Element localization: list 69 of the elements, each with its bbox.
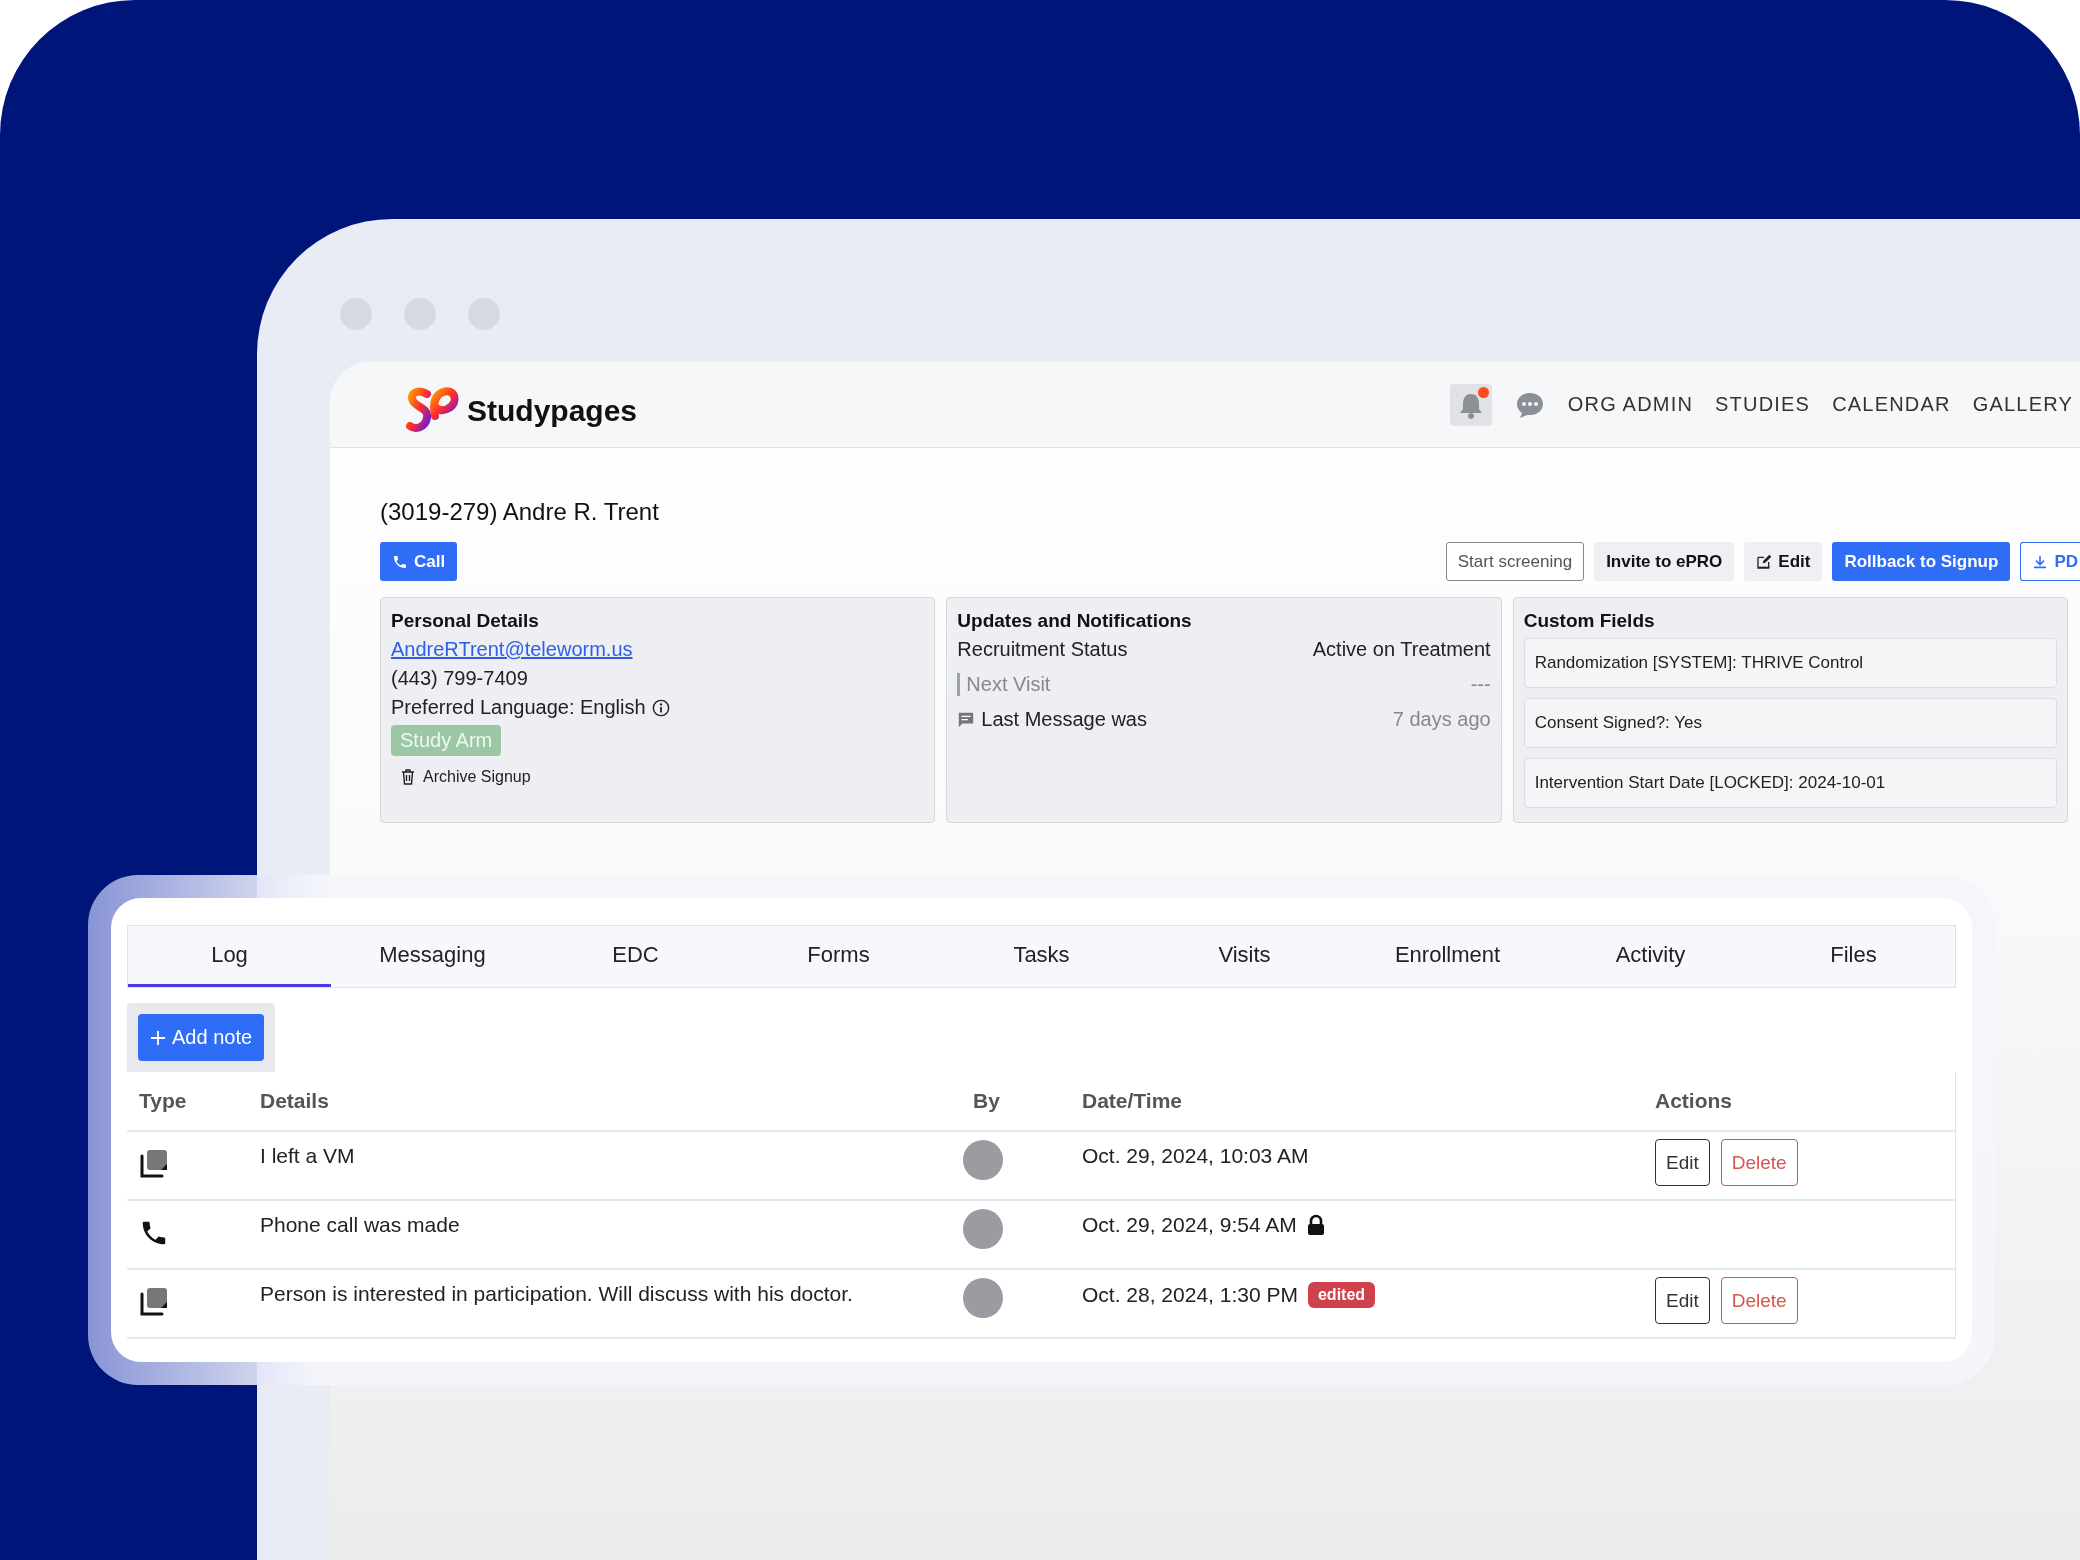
pencil-icon: [1756, 553, 1773, 570]
update-label: Recruitment Status: [957, 638, 1128, 661]
table-cell-text: Phone call was made: [259, 1212, 461, 1237]
action-button[interactable]: Invite to ePRO: [1594, 542, 1735, 581]
info-icon[interactable]: [651, 698, 670, 717]
column-header: By: [972, 1089, 1001, 1113]
update-value: ---: [1470, 673, 1491, 696]
update-value: Active on Treatment: [1312, 638, 1491, 661]
note-icon: [139, 1148, 169, 1180]
table-cell-text: I left a VM: [259, 1143, 356, 1168]
avatar: [963, 1209, 1003, 1249]
update-label: Next Visit: [966, 673, 1051, 696]
message-icon: [957, 710, 976, 729]
custom-field: Intervention Start Date [LOCKED]: 2024-10-01: [1523, 758, 2057, 808]
panel-title: Custom Fields: [1523, 610, 1655, 632]
column-header: Type: [138, 1089, 188, 1113]
tab[interactable]: Forms: [737, 926, 940, 987]
panel-title: Updates and Notifications: [957, 610, 1192, 632]
phone-icon: [392, 553, 408, 570]
column-header: Date/Time: [1081, 1089, 1183, 1113]
tab[interactable]: EDC: [534, 926, 737, 987]
row-action-button[interactable]: Delete: [1720, 1139, 1798, 1186]
column-header: Details: [259, 1089, 330, 1113]
phone-number: (443) 799-7409: [391, 667, 528, 690]
row-action-button[interactable]: Edit: [1655, 1277, 1710, 1324]
table-cell: Oct. 28, 2024, 1:30 PM: [1082, 1283, 1298, 1307]
study-arm-tag: Study Arm: [391, 725, 502, 756]
action-button[interactable]: Start screening: [1445, 542, 1585, 581]
panel-title: Personal Details: [391, 610, 539, 632]
call-button[interactable]: Call: [380, 542, 458, 581]
trash-icon: [401, 769, 415, 785]
column-header: Actions: [1654, 1089, 1733, 1113]
lock-icon: [1306, 1214, 1325, 1236]
preferred-language: Preferred Language: English: [391, 696, 646, 719]
custom-field: Randomization [SYSTEM]: THRIVE Control: [1523, 638, 2057, 688]
tab[interactable]: Enrollment: [1346, 926, 1549, 987]
table-cell-text: Person is interested in participation. Will discuss with his doctor.: [259, 1281, 854, 1306]
tab[interactable]: Activity: [1549, 926, 1752, 987]
add-note-button[interactable]: Add note: [138, 1014, 265, 1061]
tab[interactable]: Files: [1752, 926, 1955, 987]
action-button[interactable]: Rollback to Signup: [1832, 542, 2011, 581]
avatar: [963, 1140, 1003, 1180]
nav-link[interactable]: GALLERY: [1972, 393, 2073, 416]
table-cell: Oct. 29, 2024, 10:03 AM: [1082, 1144, 1309, 1168]
participant-title: (3019-279) Andre R. Trent: [380, 498, 660, 526]
table-cell: Oct. 29, 2024, 9:54 AM: [1082, 1213, 1297, 1237]
row-action-button[interactable]: Delete: [1720, 1277, 1798, 1324]
tab[interactable]: Tasks: [940, 926, 1143, 987]
custom-field: Consent Signed?: Yes: [1523, 698, 2057, 748]
action-button[interactable]: PD: [2020, 542, 2080, 581]
tab[interactable]: Visits: [1143, 926, 1346, 987]
update-label: Last Message was: [981, 708, 1147, 731]
action-button[interactable]: Edit: [1744, 542, 1823, 581]
tab[interactable]: Messaging: [331, 926, 534, 987]
update-value: 7 days ago: [1392, 708, 1491, 731]
download-icon: [2032, 553, 2049, 570]
row-action-button[interactable]: Edit: [1655, 1139, 1710, 1186]
edited-badge: edited: [1307, 1282, 1376, 1308]
note-icon: [139, 1286, 169, 1318]
notifications-button[interactable]: [1449, 383, 1492, 426]
archive-signup-link[interactable]: Archive Signup: [401, 768, 531, 786]
plus-icon: [150, 1029, 166, 1046]
nav-link[interactable]: ORG ADMIN: [1567, 393, 1694, 416]
brand-name: Studypages: [467, 393, 638, 428]
tab[interactable]: Log: [128, 926, 331, 987]
nav-link[interactable]: STUDIES: [1715, 393, 1811, 416]
nav-link[interactable]: CALENDAR: [1832, 393, 1951, 416]
email-link[interactable]: AndreRTrent@teleworm.us: [391, 638, 633, 661]
avatar: [963, 1278, 1003, 1318]
